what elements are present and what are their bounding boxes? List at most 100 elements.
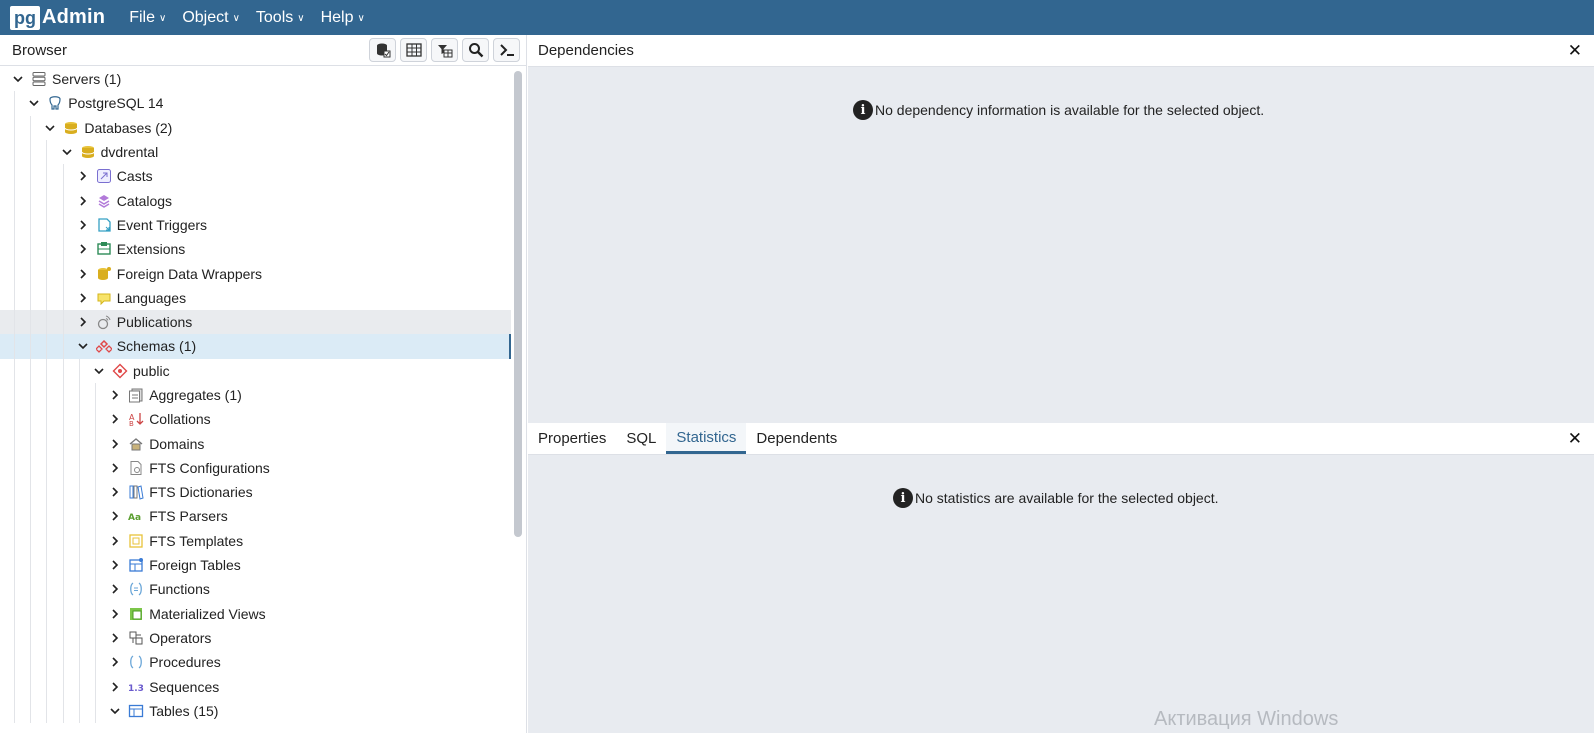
tree-node-servers[interactable]: Servers (1) — [0, 67, 511, 91]
chevron-right-icon[interactable] — [107, 657, 123, 667]
pgadmin-logo[interactable]: pg Admin — [10, 0, 105, 35]
tree-guide-line — [46, 407, 48, 432]
tree-guide-line — [14, 309, 15, 335]
tree-node-databases[interactable]: Databases (2) — [0, 115, 511, 140]
chevron-right-icon[interactable] — [75, 196, 91, 206]
menu-object-label: Object — [182, 8, 229, 26]
chevron-down-icon[interactable] — [91, 366, 107, 376]
query-tool-button[interactable] — [369, 38, 396, 62]
tree-node-fts-parsers[interactable]: Aa FTS Parsers — [0, 504, 511, 529]
chevron-right-icon[interactable] — [107, 463, 123, 473]
tree-guide-line — [14, 212, 15, 238]
tree-guide-line — [78, 552, 80, 578]
tree-node-catalogs[interactable]: Catalogs — [0, 188, 511, 213]
chevron-right-icon[interactable] — [75, 317, 91, 327]
tree-node-functions[interactable]: Functions — [0, 577, 511, 602]
tree-node-operators[interactable]: Operators — [0, 625, 511, 651]
chevron-right-icon[interactable] — [107, 439, 123, 449]
chevron-right-icon[interactable] — [75, 220, 91, 230]
tree-node-collations[interactable]: A B Collations — [0, 407, 511, 432]
tree-node-casts[interactable]: Casts — [0, 164, 511, 189]
tree-node-fts-configurations[interactable]: FTS Configurations — [0, 455, 511, 481]
chevron-right-icon[interactable] — [107, 390, 123, 400]
chevron-right-icon[interactable] — [107, 414, 123, 424]
info-icon: i — [893, 488, 913, 508]
browser-panel: Browser Servers (1) PostgreSQL 14 Database… — [0, 35, 527, 733]
tab-statistics[interactable]: Statistics — [666, 423, 747, 454]
close-icon[interactable]: ✕ — [1568, 429, 1582, 449]
tree-guide-line — [14, 334, 15, 359]
chevron-right-icon[interactable] — [75, 171, 91, 181]
chevron-down-icon[interactable] — [26, 98, 42, 108]
tab-sql[interactable]: SQL — [616, 423, 666, 454]
tree-guide-line — [46, 674, 48, 699]
psql-tool-icon — [499, 44, 514, 56]
chevron-right-icon[interactable] — [75, 244, 91, 254]
tree-node-fts-dictionaries[interactable]: FTS Dictionaries — [0, 480, 511, 505]
tree-node-schemas[interactable]: Schemas (1) — [0, 334, 511, 359]
tree-node-postgresql[interactable]: PostgreSQL 14 — [0, 91, 511, 116]
tab-properties[interactable]: Properties — [528, 423, 616, 454]
chevron-right-icon[interactable] — [107, 560, 123, 570]
chevron-right-icon[interactable] — [107, 681, 123, 692]
tree-guide-line — [46, 601, 48, 626]
chevron-right-icon[interactable] — [107, 536, 123, 546]
chevron-right-icon[interactable] — [107, 584, 123, 594]
tree-node-label: Tables (15) — [149, 702, 219, 719]
tree-node-event-triggers[interactable]: Event Triggers — [0, 212, 511, 238]
tree-guide-line — [14, 674, 15, 699]
chevron-down-icon[interactable] — [107, 706, 123, 716]
chevron-right-icon[interactable] — [107, 511, 123, 522]
close-icon[interactable]: ✕ — [1568, 41, 1582, 61]
tree-node-label: Materialized Views — [149, 605, 266, 622]
chevron-down-icon[interactable] — [75, 341, 91, 351]
view-data-button[interactable] — [400, 38, 427, 62]
dependencies-panel: Dependencies ✕ i No dependency informati… — [528, 35, 1594, 423]
menu-file[interactable]: File ∨ — [129, 9, 166, 27]
tree-node-fts-templates[interactable]: FTS Templates — [0, 528, 511, 553]
tab-dependents[interactable]: Dependents — [746, 423, 847, 454]
tree-guide-line — [30, 407, 32, 432]
tree-guide-line — [62, 431, 64, 456]
menu-help[interactable]: Help ∨ — [321, 9, 365, 27]
tree-node-materialized-views[interactable]: Materialized Views — [0, 601, 511, 626]
tree-node-procedures[interactable]: Procedures — [0, 650, 511, 675]
menu-tools[interactable]: Tools ∨ — [256, 9, 305, 27]
search-objects-button[interactable] — [462, 38, 489, 62]
tree-guide-line — [30, 480, 32, 505]
tree-guide-line — [30, 504, 32, 529]
chevron-down-icon[interactable] — [42, 123, 58, 133]
chevron-down-icon[interactable] — [59, 147, 75, 157]
tree-node-label: Foreign Data Wrappers — [116, 265, 263, 282]
tree-node-database[interactable]: dvdrental — [0, 139, 511, 165]
tree-node-foreign-data-wrappers[interactable]: Foreign Data Wrappers — [0, 261, 511, 286]
chevron-right-icon[interactable] — [107, 633, 123, 643]
filtered-rows-button[interactable] — [431, 38, 458, 62]
chevron-right-icon[interactable] — [75, 293, 91, 303]
tree-node-label: Procedures — [149, 654, 221, 671]
schema-icon — [111, 362, 129, 380]
tree-node-aggregates[interactable]: Aggregates (1) — [0, 382, 511, 408]
tree-guide-line — [30, 212, 32, 238]
tree-guide-line — [78, 698, 80, 724]
tree-node-extensions[interactable]: Extensions — [0, 237, 511, 262]
tree-guide-line — [30, 115, 32, 140]
tree-node-publications[interactable]: Publications — [0, 309, 511, 335]
chevron-down-icon[interactable] — [10, 74, 26, 84]
tree-scrollbar[interactable] — [514, 71, 522, 537]
tree-node-label: Domains — [149, 435, 205, 452]
menu-object[interactable]: Object ∨ — [182, 9, 240, 27]
chevron-right-icon[interactable] — [107, 609, 123, 619]
tree-node-tables[interactable]: Tables (15) — [0, 698, 511, 724]
tree-guide-line — [62, 164, 64, 189]
tree-node-languages[interactable]: Languages — [0, 285, 511, 310]
tree-node-foreign-tables[interactable]: Foreign Tables — [0, 552, 511, 578]
tree-node-schema[interactable]: public — [0, 358, 511, 383]
chevron-right-icon[interactable] — [107, 487, 123, 497]
tree-guide-line — [46, 577, 48, 602]
psql-tool-button[interactable] — [493, 38, 520, 62]
chevron-right-icon[interactable] — [75, 268, 91, 279]
tree-guide-line — [95, 698, 96, 724]
tree-node-sequences[interactable]: 1.3 Sequences — [0, 674, 511, 699]
tree-node-domains[interactable]: Domains — [0, 431, 511, 456]
